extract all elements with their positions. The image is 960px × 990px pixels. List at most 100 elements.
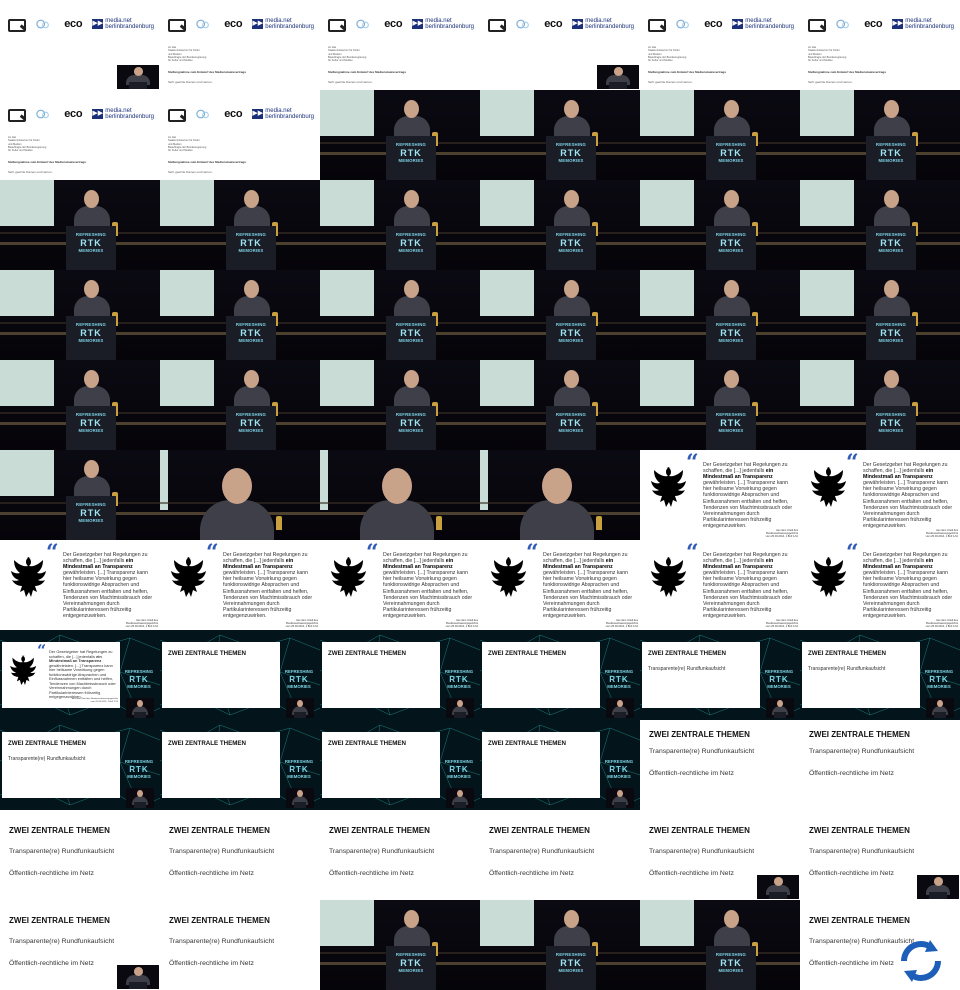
logo-row: eco ▶▶ media.net berlinbrandenburg: [168, 106, 314, 122]
quote-source: Aus dem Urteil des Bundesverfassungsgeri…: [72, 698, 118, 703]
letter-subject: Stellungnahme zum Entwurf des Medienstaa…: [8, 160, 87, 164]
themes-title: ZWEI ZENTRALE THEMEN: [649, 730, 750, 739]
letter-address: An das Staatsministerium für Kultur und …: [808, 46, 847, 63]
slide-panel: ZWEI ZENTRALE THEMEN: [162, 642, 280, 708]
media-net-logo: ▶▶ media.net berlinbrandenburg: [92, 108, 154, 120]
speaker: [72, 280, 112, 324]
podium-logo: REFRESHING RTK MEMORIES: [875, 142, 907, 164]
themes-item-2: Öffentlich-rechtliche im Netz: [809, 870, 894, 877]
letter-address: An das Staatsministerium für Kultur und …: [648, 46, 687, 63]
eg-logo-icon: [516, 19, 529, 29]
letter-subject: Stellungnahme zum Entwurf des Medienstaa…: [808, 70, 887, 74]
speaker-frame: REFRESHING RTK MEMORIES: [640, 360, 800, 450]
speaker: [72, 460, 112, 504]
eco-logo: eco: [64, 18, 83, 30]
themes-title: ZWEI ZENTRALE THEMEN: [809, 826, 910, 835]
quote-source: Aus dem Urteil des Bundesverfassungsgeri…: [925, 529, 958, 539]
network-slide-frame: REFRESHING RTK MEMORIES ZWEI ZENTRALE TH…: [160, 630, 320, 720]
speaker: [552, 280, 592, 324]
speaker-thumbnail: [446, 788, 474, 808]
quote-mark-icon: “: [846, 540, 859, 566]
eg-logo-icon: [676, 19, 689, 29]
podium: REFRESHING RTK MEMORIES: [706, 946, 756, 990]
podium-logo: REFRESHING RTK MEMORIES: [715, 142, 747, 164]
podium-logo: REFRESHING RTK MEMORIES: [875, 232, 907, 254]
podium-logo: REFRESHING RTK MEMORIES: [235, 322, 267, 344]
podium-logo: REFRESHING RTK MEMORIES: [395, 952, 427, 974]
logo-row: eco ▶▶ media.net berlinbrandenburg: [8, 106, 154, 122]
letter-slide-frame: eco ▶▶ media.net berlinbrandenburg An da…: [160, 90, 320, 180]
media-net-text: media.net berlinbrandenburg: [265, 18, 314, 30]
themes-title: ZWEI ZENTRALE THEMEN: [489, 826, 590, 835]
contact-sheet-grid: eco ▶▶ media.net berlinbrandenburg eco ▶…: [0, 0, 960, 990]
projection-screen: [800, 270, 854, 316]
podium: REFRESHING RTK MEMORIES: [66, 316, 116, 360]
logo-row: eco ▶▶ media.net berlinbrandenburg: [328, 16, 474, 32]
quote-text: Der Gesetzgeber hat Regelungen zu schaff…: [63, 552, 153, 619]
themes-item-1: Transparente(re) Rundfunkaufsicht: [169, 848, 275, 855]
projection-screen: [640, 180, 694, 226]
quote-mark-icon: “: [846, 450, 859, 476]
brand-logo: REFRESHING RTK MEMORIES: [284, 759, 314, 780]
letter-subject: Stellungnahme zum Entwurf des Medienstaa…: [648, 70, 727, 74]
quote-mark-icon: “: [686, 540, 699, 566]
themes-slide-frame: ZWEI ZENTRALE THEMEN Transparente(re) Ru…: [800, 900, 960, 990]
speaker-frame: REFRESHING RTK MEMORIES: [640, 90, 800, 180]
device-logo-icon: [328, 17, 349, 32]
speaker-frame: REFRESHING RTK MEMORIES: [480, 360, 640, 450]
speaker-frame: REFRESHING RTK MEMORIES: [800, 360, 960, 450]
themes-item-1: Transparente(re) Rundfunkaufsicht: [9, 848, 115, 855]
podium: REFRESHING RTK MEMORIES: [386, 406, 436, 450]
letter-slide-frame: eco ▶▶ media.net berlinbrandenburg An da…: [320, 0, 480, 90]
themes-item-1: Transparente(re) Rundfunkaufsicht: [489, 848, 595, 855]
themes-slide-frame: ZWEI ZENTRALE THEMEN Transparente(re) Ru…: [800, 810, 960, 900]
podium: REFRESHING RTK MEMORIES: [66, 406, 116, 450]
network-slide-frame: REFRESHING RTK MEMORIES ZWEI ZENTRALE TH…: [640, 630, 800, 720]
speaker-thumbnail: [766, 698, 794, 718]
projection-screen: [800, 90, 854, 136]
speaker-thumbnail: [126, 788, 154, 808]
themes-item-2: Öffentlich-rechtliche im Netz: [169, 870, 254, 877]
trophy-icon: [596, 516, 602, 530]
projection-screen: [0, 360, 54, 406]
podium: REFRESHING RTK MEMORIES: [706, 226, 756, 270]
themes-item-1: Transparente(re) Rundfunkaufsicht: [809, 748, 915, 755]
podium-logo: REFRESHING RTK MEMORIES: [715, 322, 747, 344]
podium-logo: REFRESHING RTK MEMORIES: [715, 232, 747, 254]
quote-slide-frame: “ Der Gesetzgeber hat Regelungen zu scha…: [320, 540, 480, 630]
quote-text: Der Gesetzgeber hat Regelungen zu schaff…: [49, 649, 116, 699]
speaker: [392, 280, 432, 324]
media-net-text: media.net berlinbrandenburg: [105, 108, 154, 120]
themes-item-2: Öffentlich-rechtliche im Netz: [649, 870, 734, 877]
themes-title: ZWEI ZENTRALE THEMEN: [328, 650, 407, 657]
media-net-mark: ▶▶: [892, 19, 904, 29]
quote-source: Aus dem Urteil des Bundesverfassungsgeri…: [605, 619, 638, 629]
letter-address: An das Staatsministerium für Kultur und …: [168, 136, 207, 153]
quote-source: Aus dem Urteil des Bundesverfassungsgeri…: [765, 619, 798, 629]
speaker-frame: REFRESHING RTK MEMORIES: [480, 180, 640, 270]
themes-item-1: Transparente(re) Rundfunkaufsicht: [329, 848, 435, 855]
themes-title: ZWEI ZENTRALE THEMEN: [169, 826, 270, 835]
speaker: [392, 190, 432, 234]
eco-logo: eco: [544, 18, 563, 30]
podium: REFRESHING RTK MEMORIES: [66, 496, 116, 540]
speaker-thumbnail: [117, 965, 159, 989]
eg-logo-icon: [36, 109, 49, 119]
quote-slide-frame: “ Der Gesetzgeber hat Regelungen zu scha…: [160, 540, 320, 630]
slide-panel: ZWEI ZENTRALE THEMEN: [482, 642, 600, 708]
podium-logo: REFRESHING RTK MEMORIES: [75, 502, 107, 524]
letter-subject: Stellungnahme zum Entwurf des Medienstaa…: [168, 160, 247, 164]
podium: REFRESHING RTK MEMORIES: [546, 946, 596, 990]
letter-subject: Stellungnahme zum Entwurf des Medienstaa…: [168, 70, 247, 74]
brand-logo: REFRESHING RTK MEMORIES: [284, 669, 314, 690]
letter-slide-frame: eco ▶▶ media.net berlinbrandenburg An da…: [0, 90, 160, 180]
speaker-frame: REFRESHING RTK MEMORIES: [160, 270, 320, 360]
logo-row: eco ▶▶ media.net berlinbrandenburg: [648, 16, 794, 32]
refresh-icon[interactable]: [894, 934, 948, 988]
podium-logo: REFRESHING RTK MEMORIES: [75, 232, 107, 254]
quote-slide-frame: “ Der Gesetzgeber hat Regelungen zu scha…: [800, 450, 960, 540]
quote-mark-icon: “: [46, 540, 59, 566]
speaker-thumbnail: [597, 65, 639, 89]
themes-item-2: Öffentlich-rechtliche im Netz: [9, 960, 94, 967]
eg-logo-icon: [356, 19, 369, 29]
